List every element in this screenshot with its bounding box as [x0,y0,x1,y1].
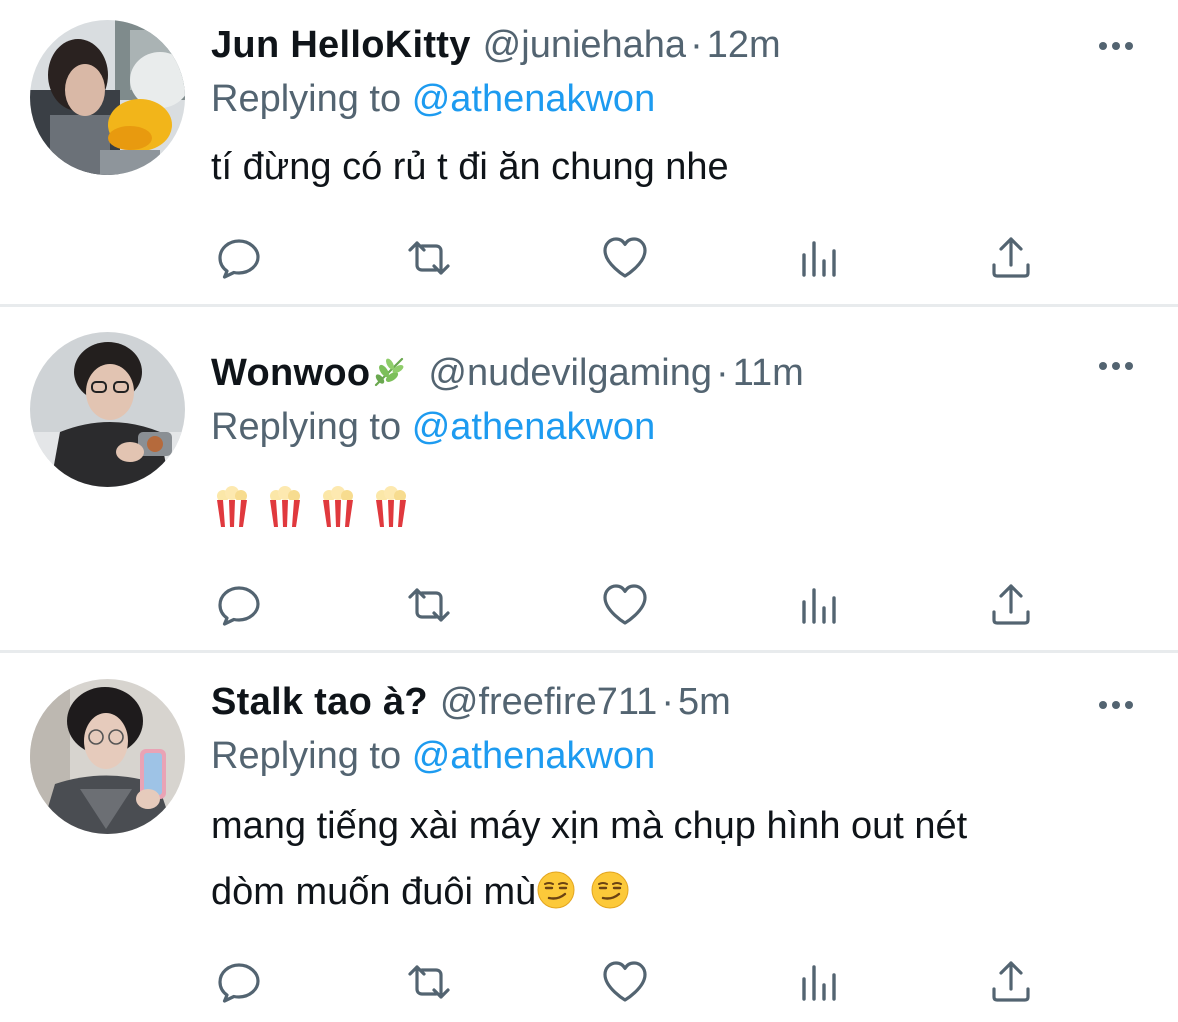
tweet[interactable]: Stalk tao à? @freefire711 · 5m Replying to … [0,651,1178,1022]
like-icon [603,237,647,278]
tweet-header: Jun HelloKitty @juniehaha · 12m [211,22,781,68]
tweet-text: tí đừng có rủ t đi ăn chung nhe [211,134,729,200]
timestamp[interactable]: 5m [678,681,731,723]
reply-button[interactable] [212,233,262,283]
popcorn-icon [217,486,247,527]
mention-link[interactable]: @athenakwon [412,735,656,777]
share-button[interactable] [986,580,1036,630]
reply-icon [218,963,260,1003]
display-name[interactable]: Wonwoo [211,352,370,394]
replying-to: Replying to @athenakwon [211,404,655,450]
tweet-text-line: dòm muốn đuôi mù [211,871,537,913]
more-options-icon[interactable] [1098,699,1134,711]
like-icon [603,961,647,1002]
timestamp[interactable]: 11m [733,352,804,394]
tweet-text: mang tiếng xài máy xịn mà chụp hình out … [211,793,967,925]
tweet-text-line: tí đừng có rủ t đi ăn chung nhe [211,146,729,188]
like-icon [603,584,647,625]
separator: · [690,24,703,66]
tweet-meta: @juniehaha · 12m [483,24,781,66]
share-button[interactable] [986,957,1036,1007]
share-button[interactable] [986,233,1036,283]
timestamp[interactable]: 12m [707,24,781,66]
more-options-icon[interactable] [1098,40,1134,52]
reply-button[interactable] [212,580,262,630]
popcorn-icon [323,486,353,527]
like-button[interactable] [600,233,650,283]
display-name[interactable]: Stalk tao à? [211,681,428,723]
tweet[interactable]: Jun HelloKitty @juniehaha · 12m Replying to… [0,0,1178,306]
smirk-icon [591,871,629,909]
action-bar [0,233,1178,283]
separator: · [661,681,674,723]
avatar[interactable] [30,20,185,175]
views-button[interactable] [794,580,844,630]
like-button[interactable] [600,580,650,630]
share-icon [992,961,1030,1002]
smirk-icon [537,871,575,909]
views-button[interactable] [794,957,844,1007]
reply-icon [218,586,260,626]
popcorn-icon [270,486,300,527]
mention-link[interactable]: @athenakwon [412,78,656,120]
tweet-text [214,486,426,530]
tweet-header: Stalk tao à? @freefire711 · 5m [211,679,731,725]
handle[interactable]: @nudevilgaming [428,352,712,394]
replying-label: Replying to [211,406,402,448]
reply-icon [218,239,260,279]
like-button[interactable] [600,957,650,1007]
action-bar [0,580,1178,630]
tweet-meta: @freefire711 · 5m [440,681,731,723]
mention-link[interactable]: @athenakwon [412,406,656,448]
handle[interactable]: @juniehaha [483,24,686,66]
retweet-icon [408,965,450,999]
views-icon [802,588,836,624]
tweet-meta: @nudevilgaming · 11m [428,352,803,394]
tweet[interactable]: Wonwoo @nudevilgaming · 11m Replying to @a… [0,306,1178,651]
retweet-icon [408,241,450,275]
separator: · [716,352,729,394]
tweet-text-line: mang tiếng xài máy xịn mà chụp hình out … [211,805,968,847]
views-icon [802,241,836,277]
handle[interactable]: @freefire711 [440,681,657,723]
reply-button[interactable] [212,957,262,1007]
retweet-button[interactable] [404,580,454,630]
popcorn-icon [376,486,406,527]
avatar[interactable] [30,679,185,834]
tweet-text-line-with-emoji: dòm muốn đuôi mù [211,859,967,925]
action-bar [0,957,1178,1007]
retweet-button[interactable] [404,957,454,1007]
share-icon [992,237,1030,278]
more-options-icon[interactable] [1098,360,1134,372]
replying-label: Replying to [211,78,402,120]
tweet-header: Wonwoo @nudevilgaming · 11m [211,350,804,396]
avatar[interactable] [30,332,185,487]
views-icon [802,965,836,1001]
share-icon [992,584,1030,625]
display-name[interactable]: Jun HelloKitty [211,24,471,66]
replying-to: Replying to @athenakwon [211,76,655,122]
retweet-button[interactable] [404,233,454,283]
replying-to: Replying to @athenakwon [211,733,655,779]
herb-icon [375,357,404,387]
views-button[interactable] [794,233,844,283]
replying-label: Replying to [211,735,402,777]
retweet-icon [408,588,450,622]
